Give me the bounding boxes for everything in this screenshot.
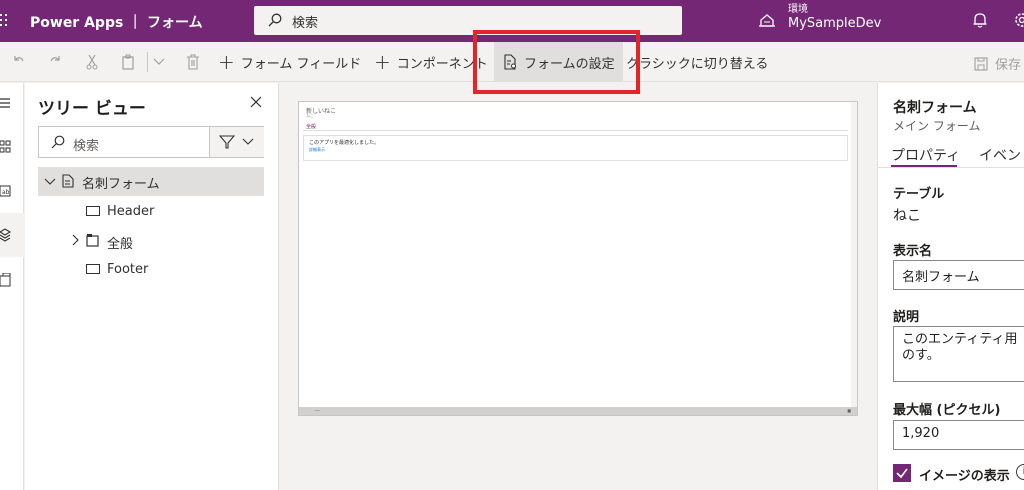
footer-status-text: ── bbox=[315, 408, 320, 413]
divider bbox=[147, 52, 148, 72]
section-link[interactable]: 詳細表示 bbox=[309, 147, 325, 153]
add-form-field-button[interactable]: + フォーム フィールド bbox=[218, 42, 361, 82]
tab-icon bbox=[86, 234, 99, 247]
form-section[interactable]: このアプリを最適化しました。 詳細表示 bbox=[303, 135, 848, 161]
add-form-field-label: フォーム フィールド bbox=[240, 56, 362, 72]
left-rail: ab bbox=[0, 83, 24, 490]
table-value: ねこ bbox=[893, 208, 921, 224]
show-image-checkbox[interactable] bbox=[893, 464, 911, 482]
tree-item-label: Header bbox=[107, 204, 155, 219]
gear-icon[interactable] bbox=[1014, 12, 1024, 28]
info-icon[interactable]: i bbox=[1016, 464, 1024, 480]
search-icon bbox=[51, 135, 65, 149]
undo-icon[interactable] bbox=[11, 54, 25, 68]
waffle-icon[interactable] bbox=[0, 14, 10, 28]
form-name-title: 名刺フォーム bbox=[893, 100, 977, 116]
properties-pane: 名刺フォーム メイン フォーム プロパティ イベント テーブル ねこ 表示名 名… bbox=[877, 83, 1024, 490]
table-columns-icon[interactable]: ab bbox=[0, 184, 12, 198]
record-subtitle: ねこ bbox=[306, 113, 314, 118]
search-placeholder: 検索 bbox=[292, 16, 319, 31]
table-label: テーブル bbox=[893, 187, 945, 202]
show-image-label: イメージの表示 bbox=[919, 469, 1010, 484]
filter-icon bbox=[219, 135, 235, 149]
environment-label: 環境 bbox=[788, 4, 808, 15]
switch-classic-label: クラシックに切り替える bbox=[626, 56, 769, 72]
plus-icon: + bbox=[218, 50, 235, 74]
tree-item-label: Footer bbox=[107, 262, 149, 277]
environment-name[interactable]: MySampleDev bbox=[788, 16, 881, 32]
filter-button[interactable] bbox=[209, 127, 264, 157]
tree-item-label: 全般 bbox=[107, 237, 134, 252]
tree-search-placeholder: 検索 bbox=[73, 139, 100, 154]
components-icon[interactable] bbox=[0, 140, 12, 154]
highlight-box bbox=[473, 30, 640, 94]
search-icon bbox=[268, 13, 282, 27]
save-button[interactable]: 保存 bbox=[974, 54, 1021, 73]
form-type: メイン フォーム bbox=[893, 119, 981, 133]
max-width-input[interactable]: 1,920 bbox=[893, 420, 1024, 450]
redo-icon[interactable] bbox=[49, 54, 63, 68]
description-label: 説明 bbox=[893, 310, 920, 325]
checkmark-icon bbox=[896, 468, 908, 479]
divider bbox=[303, 130, 848, 131]
display-name-label: 表示名 bbox=[893, 244, 933, 259]
environment-icon[interactable] bbox=[758, 12, 776, 28]
tree-node-root[interactable]: 名刺フォーム bbox=[38, 167, 264, 196]
canvas-footer: ── ■ bbox=[299, 407, 857, 415]
tree-view-title: ツリー ビュー bbox=[38, 99, 146, 119]
switch-classic-button[interactable]: クラシックに切り替える bbox=[626, 42, 768, 82]
tree-view-pane: ツリー ビュー 検索 名刺フォーム Header 全般 Footer bbox=[25, 83, 279, 490]
save-icon bbox=[974, 56, 988, 71]
max-width-label: 最大幅 (ピクセル) bbox=[893, 403, 1001, 418]
add-component-button[interactable]: + コンポーネント bbox=[374, 42, 488, 82]
description-textarea[interactable]: このエンティティ用のす。 bbox=[893, 326, 1024, 382]
display-name-input[interactable]: 名刺フォーム bbox=[893, 260, 1024, 290]
canvas-scrollbar[interactable] bbox=[851, 102, 857, 407]
tab-properties[interactable]: プロパティ bbox=[891, 145, 960, 165]
footer-icon bbox=[86, 264, 100, 274]
menu-icon[interactable] bbox=[0, 97, 12, 109]
bell-icon[interactable] bbox=[973, 12, 987, 28]
tree-search-input[interactable]: 検索 bbox=[38, 126, 264, 158]
chevron-down-icon bbox=[44, 178, 56, 185]
form-preview-canvas[interactable]: 新しいねこ ねこ 全般 このアプリを最適化しました。 詳細表示 ── ■ bbox=[298, 101, 858, 416]
header-icon bbox=[86, 206, 100, 216]
tab-events[interactable]: イベント bbox=[979, 145, 1024, 165]
plus-icon: + bbox=[374, 50, 391, 74]
cut-icon[interactable] bbox=[85, 54, 99, 70]
section-message: このアプリを最適化しました。 bbox=[309, 140, 380, 146]
save-label: 保存 bbox=[995, 58, 1022, 73]
tree-view-icon[interactable] bbox=[0, 228, 12, 242]
form-libraries-icon[interactable] bbox=[0, 273, 12, 287]
chevron-down-icon bbox=[242, 138, 254, 145]
chevron-right-icon bbox=[72, 234, 79, 246]
close-icon[interactable] bbox=[249, 95, 263, 109]
tree-root-label: 名刺フォーム bbox=[82, 177, 160, 192]
chevron-down-icon[interactable] bbox=[153, 54, 165, 68]
delete-icon[interactable] bbox=[186, 54, 200, 70]
app-title: Power Apps ｜ フォーム bbox=[30, 15, 203, 31]
svg-text:ab: ab bbox=[2, 189, 10, 196]
form-icon bbox=[62, 174, 74, 188]
footer-save-icon: ■ bbox=[847, 408, 851, 413]
divider bbox=[878, 167, 1024, 168]
paste-icon[interactable] bbox=[121, 54, 137, 70]
